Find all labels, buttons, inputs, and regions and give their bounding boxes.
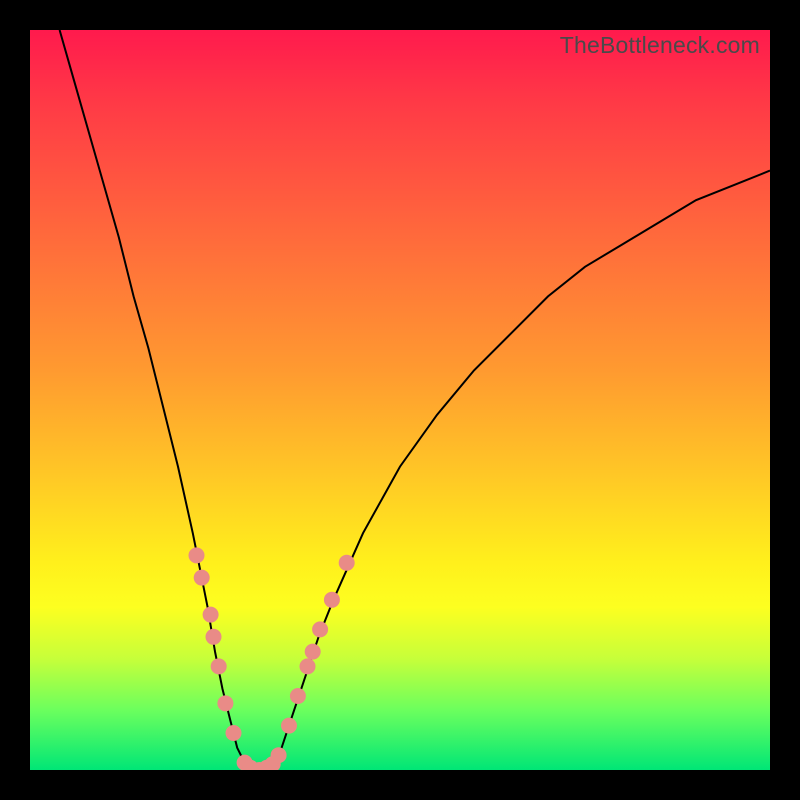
data-point [281,718,297,734]
data-point [290,688,306,704]
data-point [203,607,219,623]
data-point [226,725,242,741]
data-point [206,629,222,645]
chart-plot [30,30,770,770]
data-point [300,658,316,674]
data-point [312,621,328,637]
data-point [194,570,210,586]
data-point [189,547,205,563]
bottleneck-curve [60,30,770,770]
data-point [305,644,321,660]
data-point [271,747,287,763]
data-point [211,658,227,674]
data-points-group [189,547,355,770]
data-point [324,592,340,608]
chart-frame: TheBottleneck.com [30,30,770,770]
data-point [217,695,233,711]
data-point [339,555,355,571]
